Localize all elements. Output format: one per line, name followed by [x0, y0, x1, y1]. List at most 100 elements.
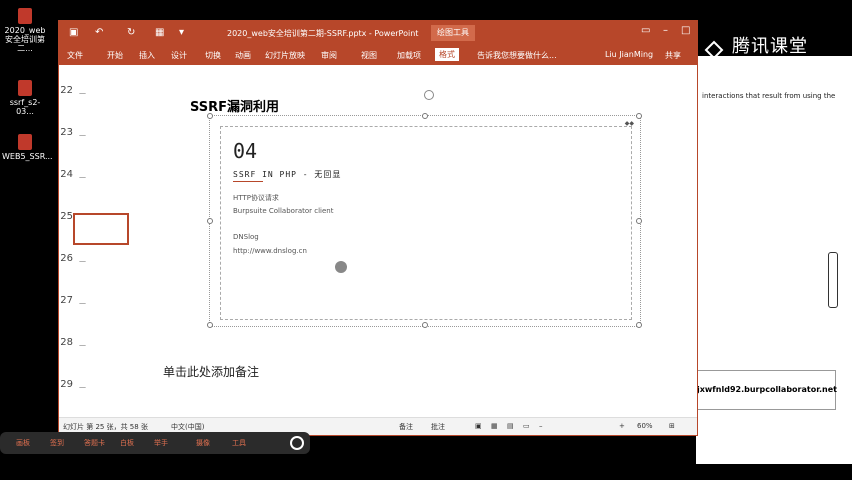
tab-view[interactable]: 视图	[361, 50, 377, 61]
slideshow-view-icon[interactable]: ▭	[523, 422, 530, 430]
toolbar-item[interactable]: 摄像	[196, 438, 210, 448]
slide-count: 幻灯片 第 25 张，共 58 张	[63, 423, 148, 431]
desktop-file-2[interactable]: ssrf_s2-03...	[2, 80, 48, 116]
maximize-icon[interactable]: □	[681, 25, 690, 36]
pptx-file-icon	[18, 8, 32, 24]
thumb-number[interactable]: 29	[59, 379, 73, 390]
sorter-view-icon[interactable]: ▦	[491, 422, 498, 430]
collaborator-domain: jxwfnld92.burpcollaborator.net	[697, 385, 837, 394]
slide-line-1: HTTP协议请求	[233, 194, 279, 202]
animation-star-icon: —	[79, 383, 86, 391]
slide-thumbnail-pane[interactable]: 22 — 23 — 24 — 25 26 — 27 — 28 — 29 —	[59, 67, 157, 413]
tab-slideshow[interactable]: 幻灯片放映	[265, 50, 305, 61]
thumb-number[interactable]: 22	[59, 85, 73, 96]
selected-slide-thumbnail[interactable]	[73, 213, 129, 245]
tab-review[interactable]: 审阅	[321, 50, 337, 61]
zoom-in-icon[interactable]: +	[619, 422, 625, 430]
reading-view-icon[interactable]: ▤	[507, 422, 514, 430]
mouse-cursor-icon	[335, 261, 347, 273]
notes-button[interactable]: 备注	[399, 422, 413, 432]
tab-format[interactable]: 格式	[435, 48, 459, 61]
animation-star-icon: —	[79, 341, 86, 349]
tencent-classroom-logo-icon	[704, 40, 724, 60]
toolbar-item[interactable]: 签到	[50, 438, 64, 448]
desktop-file-1-label: 2020_web安全培训第二...	[4, 26, 46, 53]
resize-handle[interactable]	[636, 113, 642, 119]
toolbar-item[interactable]: 画板	[16, 438, 30, 448]
resize-handle[interactable]	[207, 113, 213, 119]
title-bar: ▣ ↶ ↻ ▦ ▾ 2020_web安全培训第二期-SSRF.pptx - Po…	[59, 21, 697, 45]
tab-transitions[interactable]: 切换	[205, 50, 221, 61]
animation-star-icon: —	[79, 131, 86, 139]
resize-handle[interactable]	[636, 322, 642, 328]
resize-handle[interactable]	[422, 322, 428, 328]
slide-line-4: http://www.dnslog.cn	[233, 247, 307, 255]
toolbar-item[interactable]: 举手	[154, 438, 168, 448]
subtitle-underline	[233, 181, 263, 182]
document-title: 2020_web安全培训第二期-SSRF.pptx - PowerPoint	[227, 29, 419, 38]
animation-star-icon: —	[79, 89, 86, 97]
thumb-number[interactable]: 24	[59, 169, 73, 180]
tell-me-search[interactable]: 告诉我您想要做什么...	[477, 50, 557, 61]
fit-slide-icon[interactable]: ⊞	[669, 422, 675, 430]
animation-star-icon: —	[79, 299, 86, 307]
desktop-file-2-label: ssrf_s2-03...	[9, 98, 41, 116]
tab-design[interactable]: 设计	[171, 50, 187, 61]
toolbar-item[interactable]: 白板	[120, 438, 134, 448]
rotate-handle-icon[interactable]	[424, 90, 434, 100]
pptx-file-icon	[18, 134, 32, 150]
user-name[interactable]: Liu JianMing	[605, 50, 653, 59]
thumb-number[interactable]: 25	[59, 211, 73, 222]
tab-home[interactable]: 开始	[107, 50, 123, 61]
normal-view-icon[interactable]: ▣	[475, 422, 482, 430]
section-subtitle: SSRF IN PHP - 无回显	[233, 170, 342, 179]
content-placeholder[interactable]: 04 SSRF IN PHP - 无回显 HTTP协议请求 Burpsuite …	[220, 126, 632, 320]
watermark-text: 腾讯课堂	[732, 36, 808, 57]
resize-handle[interactable]	[207, 218, 213, 224]
tab-file[interactable]: 文件	[67, 50, 83, 61]
resize-handle[interactable]	[422, 113, 428, 119]
animation-star-icon: —	[79, 257, 86, 265]
toolbar-item[interactable]: 答题卡	[84, 438, 105, 448]
collaborator-box[interactable]: jxwfnld92.burpcollaborator.net	[696, 370, 837, 410]
desktop-file-3[interactable]: WEB5_SSR...	[2, 134, 53, 161]
drawing-tools-label: 绘图工具	[431, 25, 475, 41]
powerpoint-window[interactable]: ▣ ↶ ↻ ▦ ▾ 2020_web安全培训第二期-SSRF.pptx - Po…	[58, 20, 698, 436]
redo-icon[interactable]: ↻	[127, 27, 135, 38]
ribbon-display-icon[interactable]: ▭	[641, 25, 650, 36]
resize-handle[interactable]	[207, 322, 213, 328]
background-window[interactable]: interactions that result from using the …	[696, 56, 852, 464]
slide-title[interactable]: SSRF漏洞利用	[190, 96, 279, 115]
zoom-level[interactable]: 60%	[637, 422, 653, 430]
background-scrollbar[interactable]	[828, 252, 838, 308]
animation-star-icon: —	[79, 173, 86, 181]
customize-icon[interactable]: ▾	[179, 27, 184, 38]
thumb-number[interactable]: 26	[59, 253, 73, 264]
desktop-file-1[interactable]: 2020_web安全培训第二...	[2, 8, 48, 53]
language-indicator[interactable]: 中文(中国)	[171, 422, 204, 432]
section-number: 04	[233, 139, 258, 163]
slide-line-2: Burpsuite Collaborator client	[233, 207, 334, 215]
tab-animations[interactable]: 动画	[235, 50, 251, 61]
thumb-number[interactable]: 23	[59, 127, 73, 138]
slide-line-3: DNSlog	[233, 233, 259, 241]
minimize-icon[interactable]: –	[663, 25, 668, 36]
resize-handle[interactable]	[636, 218, 642, 224]
undo-icon[interactable]: ↶	[95, 27, 103, 38]
tab-insert[interactable]: 插入	[139, 50, 155, 61]
background-text-line: interactions that result from using the	[702, 92, 836, 100]
share-button[interactable]: 共享	[665, 50, 681, 61]
thumb-number[interactable]: 27	[59, 295, 73, 306]
toolbar-item[interactable]: 工具	[232, 438, 246, 448]
power-icon[interactable]	[290, 436, 304, 450]
tab-addins[interactable]: 加载项	[397, 50, 421, 61]
notes-placeholder[interactable]: 单击此处添加备注	[163, 363, 259, 380]
desktop-file-3-label: WEB5_SSR...	[2, 152, 53, 161]
thumb-number[interactable]: 28	[59, 337, 73, 348]
save-icon[interactable]: ▣	[69, 27, 78, 38]
slide-canvas[interactable]: SSRF漏洞利用 ◆◆ 04 SSRF IN PHP - 无回显 HTTP协议请…	[190, 90, 642, 328]
comments-button[interactable]: 批注	[431, 422, 445, 432]
present-icon[interactable]: ▦	[155, 27, 164, 38]
zoom-out-icon[interactable]: –	[539, 422, 543, 430]
pptx-file-icon	[18, 80, 32, 96]
